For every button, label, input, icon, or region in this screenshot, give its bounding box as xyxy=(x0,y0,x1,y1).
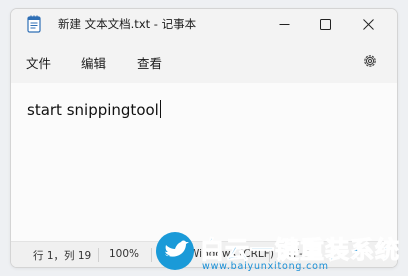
menu-edit[interactable]: 编辑 xyxy=(81,53,106,72)
close-icon xyxy=(362,18,374,30)
menu-bar: 文件 编辑 查看 xyxy=(11,39,397,83)
close-button[interactable] xyxy=(345,9,391,39)
menu-file[interactable]: 文件 xyxy=(26,53,51,72)
notepad-icon xyxy=(27,15,41,33)
text-editor[interactable]: start snippingtool xyxy=(11,83,397,241)
editor-content: start snippingtool xyxy=(27,101,159,119)
status-separator xyxy=(98,248,99,262)
minimize-button[interactable] xyxy=(261,9,307,39)
notepad-window: 新建 文本文档.txt - 记事本 文件 编辑 查看 start snippin… xyxy=(10,8,398,268)
window-title: 新建 文本文档.txt - 记事本 xyxy=(58,17,197,31)
status-position: 行 1，列 19 xyxy=(33,250,92,262)
title-bar[interactable]: 新建 文本文档.txt - 记事本 xyxy=(11,9,397,39)
status-separator xyxy=(151,248,152,262)
bird-logo-icon xyxy=(156,232,194,270)
watermark-title: 白云一键重装系统 xyxy=(200,236,400,265)
minimize-icon xyxy=(279,23,289,25)
watermark-url: www.baiyunxitong.com xyxy=(202,261,329,272)
status-zoom[interactable]: 100% xyxy=(109,248,139,260)
site-watermark: 白云一键重装系统 www.baiyunxitong.com xyxy=(156,230,408,276)
text-caret xyxy=(159,100,161,118)
menu-view[interactable]: 查看 xyxy=(137,53,162,72)
maximize-button[interactable] xyxy=(302,9,348,39)
gear-icon[interactable] xyxy=(361,52,379,70)
maximize-icon xyxy=(319,18,331,30)
editor-text[interactable]: start snippingtool xyxy=(27,100,161,119)
